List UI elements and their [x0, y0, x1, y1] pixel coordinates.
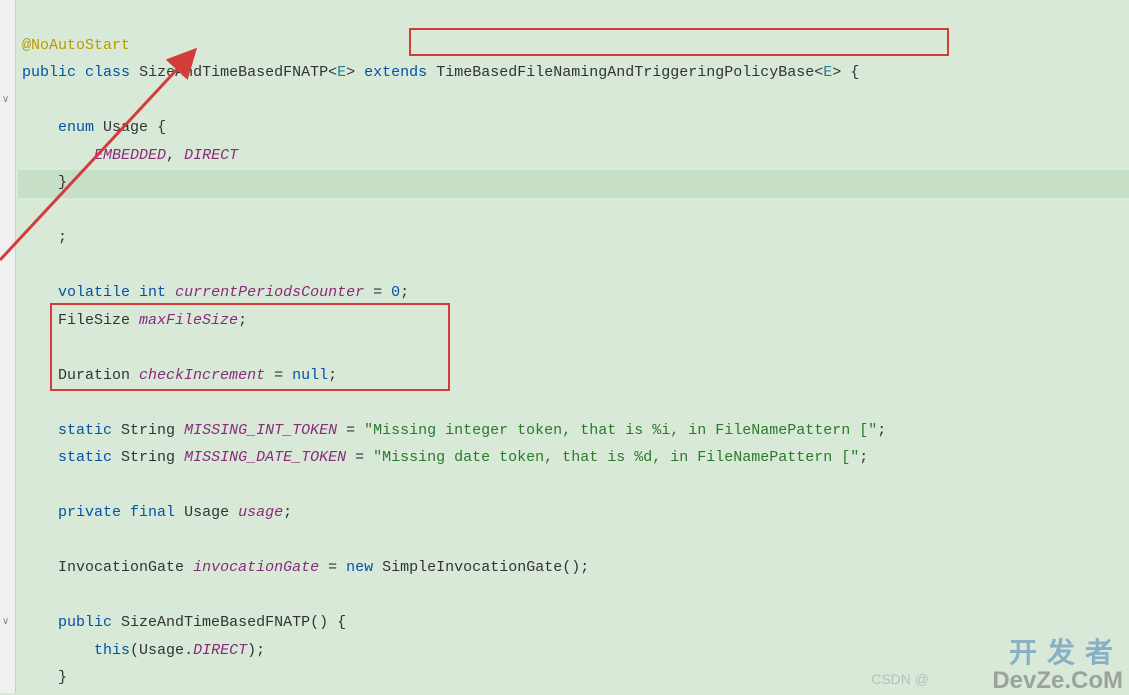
- enum-name: Usage: [103, 119, 148, 136]
- fld-counter: currentPeriodsCounter: [175, 284, 364, 301]
- enum-direct: DIRECT: [184, 147, 238, 164]
- str-missing-date: "Missing date token, that is %d, in File…: [373, 449, 859, 466]
- fld-invocationgate: invocationGate: [193, 559, 319, 576]
- kw-public: public: [22, 64, 76, 81]
- annotation: @NoAutoStart: [22, 37, 130, 54]
- const-missing-int: MISSING_INT_TOKEN: [184, 422, 337, 439]
- gutter: ∨ ∨: [0, 0, 16, 693]
- enum-embedded: EMBEDDED: [94, 147, 166, 164]
- fld-maxfilesize: maxFileSize: [139, 312, 238, 329]
- fld-usage: usage: [238, 504, 283, 521]
- fld-checkincrement: checkIncrement: [139, 367, 265, 384]
- kw-enum: enum: [58, 119, 94, 136]
- fold-icon[interactable]: ∨: [2, 616, 9, 628]
- class-name: SizeAndTimeBasedFNATP: [139, 64, 328, 81]
- const-missing-date: MISSING_DATE_TOKEN: [184, 449, 346, 466]
- kw-extends: extends: [364, 64, 427, 81]
- ctor-name: SizeAndTimeBasedFNATP: [121, 614, 310, 631]
- str-missing-int: "Missing integer token, that is %i, in F…: [364, 422, 877, 439]
- fold-icon[interactable]: ∨: [2, 94, 9, 106]
- base-class: TimeBasedFileNamingAndTriggeringPolicyBa…: [436, 64, 814, 81]
- kw-class: class: [85, 64, 130, 81]
- code-area: @NoAutoStart public class SizeAndTimeBas…: [18, 0, 1129, 692]
